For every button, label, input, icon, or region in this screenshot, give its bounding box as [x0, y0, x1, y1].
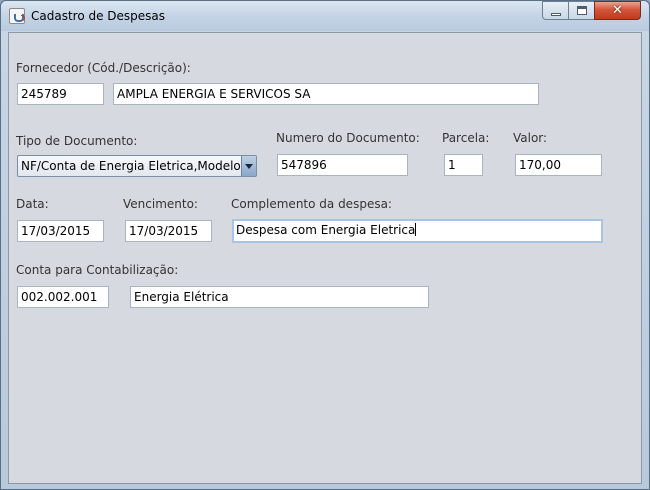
data-input[interactable]: 17/03/2015 — [17, 220, 104, 242]
parcela-input[interactable]: 1 — [444, 154, 483, 176]
fornecedor-descricao-input[interactable]: AMPLA ENERGIA E SERVICOS SA — [113, 83, 539, 105]
vencimento-label: Vencimento: — [123, 197, 198, 211]
valor-input[interactable]: 170,00 — [515, 154, 602, 176]
tipo-documento-select[interactable]: NF/Conta de Energia Eletrica,Modelo 6 — [17, 155, 257, 177]
java-icon — [9, 8, 25, 24]
conta-descricao-input[interactable]: Energia Elétrica — [130, 286, 429, 308]
title-bar[interactable]: Cadastro de Despesas ✕ — [1, 1, 649, 31]
window-title: Cadastro de Despesas — [31, 9, 166, 23]
valor-label: Valor: — [513, 131, 548, 145]
form-panel: Fornecedor (Cód./Descrição): 245789 AMPL… — [8, 32, 642, 484]
close-button[interactable]: ✕ — [594, 1, 641, 20]
complemento-value: Despesa com Energia Eletrica — [236, 223, 416, 237]
fornecedor-label: Fornecedor (Cód./Descrição): — [16, 61, 191, 75]
app-window: Cadastro de Despesas ✕ Fornecedor (Cód./… — [0, 0, 650, 490]
parcela-label: Parcela: — [442, 131, 490, 145]
vencimento-input[interactable]: 17/03/2015 — [125, 220, 212, 242]
text-caret — [415, 223, 417, 236]
data-label: Data: — [16, 197, 49, 211]
numero-documento-label: Numero do Documento: — [276, 131, 420, 145]
minimize-icon — [551, 13, 561, 16]
minimize-button[interactable] — [542, 1, 569, 20]
maximize-button[interactable] — [568, 1, 595, 20]
chevron-down-icon — [245, 164, 253, 169]
close-icon: ✕ — [612, 3, 623, 18]
complemento-input[interactable]: Despesa com Energia Eletrica — [232, 219, 603, 243]
conta-codigo-input[interactable]: 002.002.001 — [17, 286, 109, 308]
maximize-icon — [577, 6, 587, 15]
tipo-documento-value: NF/Conta de Energia Eletrica,Modelo 6 — [21, 159, 253, 173]
fornecedor-codigo-input[interactable]: 245789 — [17, 83, 104, 105]
complemento-label: Complemento da despesa: — [231, 197, 392, 211]
conta-label: Conta para Contabilização: — [16, 263, 179, 277]
tipo-documento-label: Tipo de Documento: — [16, 134, 138, 148]
tipo-documento-dropdown-button[interactable] — [241, 156, 256, 176]
numero-documento-input[interactable]: 547896 — [277, 154, 408, 176]
